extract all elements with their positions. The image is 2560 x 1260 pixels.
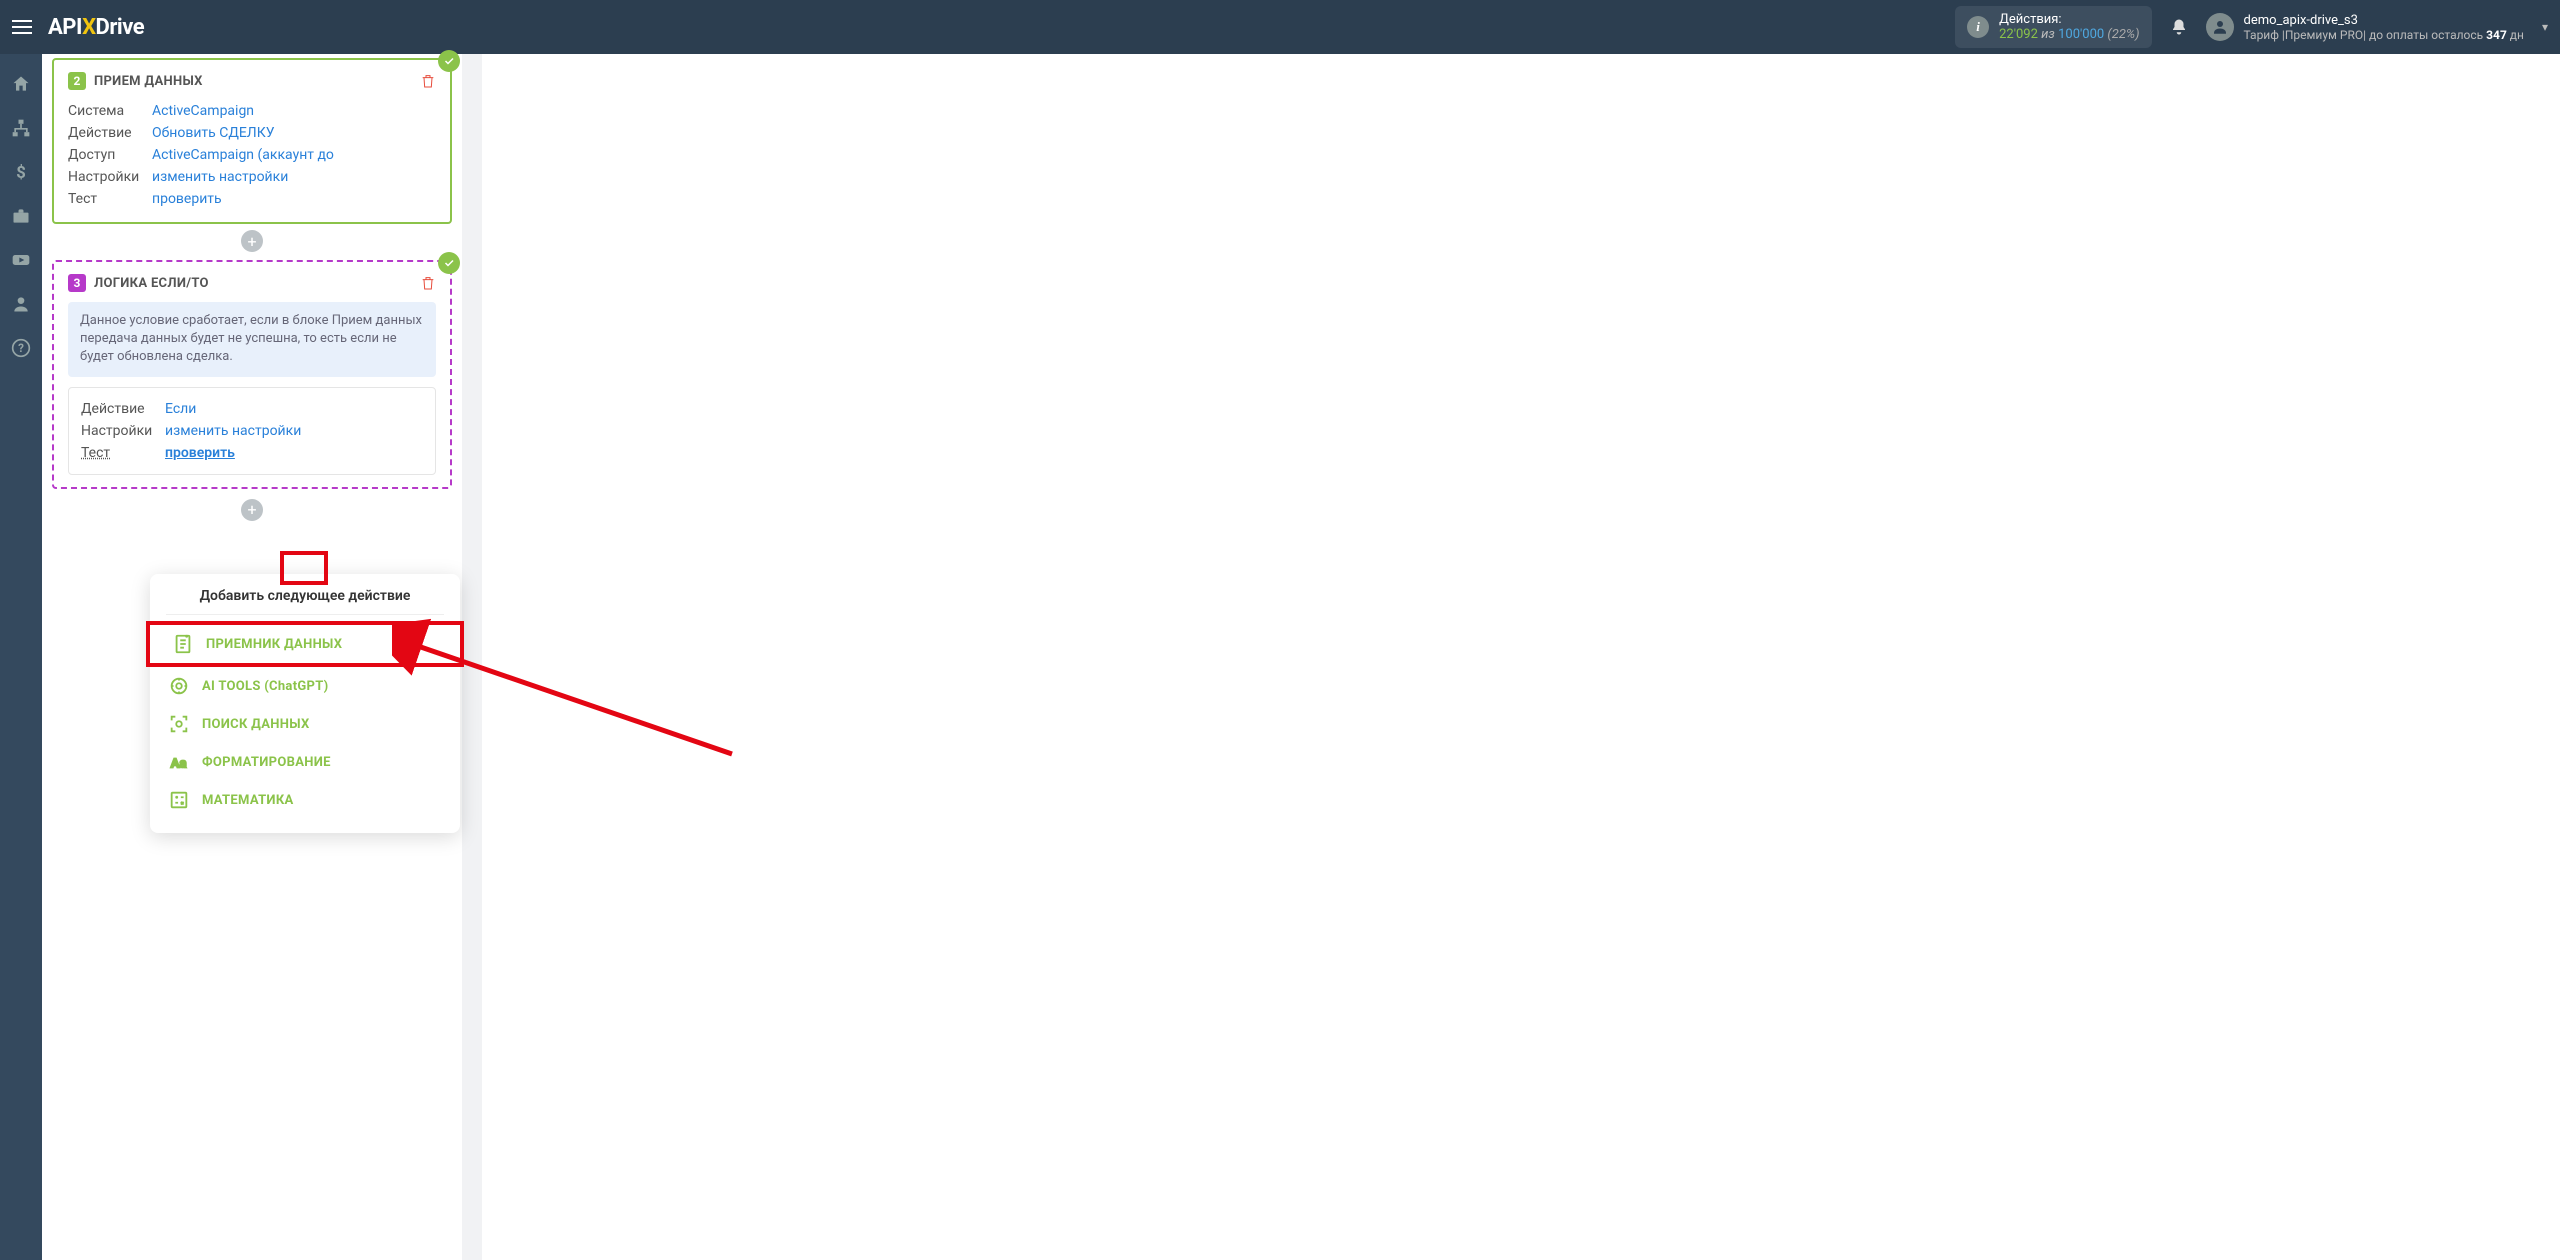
logo-x: X — [82, 15, 95, 40]
label: Тест — [68, 191, 152, 207]
popup-item-label: ПРИЕМНИК ДАННЫХ — [206, 637, 342, 652]
label: Настройки — [81, 423, 165, 439]
scan-icon — [168, 713, 190, 735]
svg-text:?: ? — [18, 341, 24, 355]
youtube-icon[interactable] — [11, 250, 31, 270]
add-step-button[interactable]: + — [241, 230, 263, 252]
popup-item-label: ПОИСК ДАННЫХ — [202, 717, 310, 732]
popup-item-format[interactable]: Aa ФОРМАТИРОВАНИЕ — [150, 743, 460, 781]
actions-sep: из — [2041, 27, 2055, 42]
avatar-icon — [2206, 13, 2234, 41]
user-menu[interactable]: demo_apix-drive_s3 Тариф |Премиум PRO| д… — [2206, 13, 2548, 42]
popup-item-label: AI TOOLS (ChatGPT) — [202, 679, 328, 694]
card-receive-data: 2 ПРИЕМ ДАННЫХ СистемаActiveCampaign Дей… — [52, 58, 452, 224]
settings-link[interactable]: изменить настройки — [165, 423, 301, 439]
flow-panel: 2 ПРИЕМ ДАННЫХ СистемаActiveCampaign Дей… — [42, 54, 462, 1260]
delete-icon[interactable] — [420, 73, 436, 89]
menu-toggle[interactable] — [12, 15, 36, 39]
settings-link[interactable]: изменить настройки — [152, 169, 288, 185]
calculator-icon — [168, 789, 190, 811]
tariff-line: Тариф |Премиум PRO| до оплаты осталось 3… — [2244, 28, 2524, 42]
label: Настройки — [68, 169, 152, 185]
sitemap-icon[interactable] — [11, 118, 31, 138]
label: Доступ — [68, 147, 152, 163]
popup-item-aitools[interactable]: AI TOOLS (ChatGPT) — [150, 667, 460, 705]
info-icon: i — [1967, 16, 1989, 38]
content-panel — [482, 54, 2560, 1260]
label: Тест — [81, 445, 165, 461]
bell-icon[interactable] — [2170, 18, 2188, 36]
briefcase-icon[interactable] — [11, 206, 31, 226]
system-link[interactable]: ActiveCampaign — [152, 103, 254, 119]
actions-pct: (22%) — [2107, 27, 2139, 42]
step-number: 2 — [68, 72, 86, 90]
card-logic-ifthen: 3 ЛОГИКА ЕСЛИ/ТО Данное условие сработае… — [52, 260, 452, 489]
popup-item-math[interactable]: МАТЕМАТИКА — [150, 781, 460, 819]
test-link[interactable]: проверить — [165, 445, 235, 461]
highlight-box-item: ПРИЕМНИК ДАННЫХ — [146, 621, 464, 667]
help-icon[interactable]: ? — [11, 338, 31, 358]
check-badge-icon — [438, 50, 460, 72]
popup-title: Добавить следующее действие — [150, 588, 460, 614]
topbar: APIXDrive i Действия: 22'092 из 100'000 … — [0, 0, 2560, 54]
actions-label: Действия: — [1999, 12, 2139, 27]
popup-item-search[interactable]: ПОИСК ДАННЫХ — [150, 705, 460, 743]
brain-icon — [168, 675, 190, 697]
check-badge-icon — [438, 252, 460, 274]
user-icon[interactable] — [11, 294, 31, 314]
action-link[interactable]: Обновить СДЕЛКУ — [152, 125, 275, 141]
logo-pre: API — [48, 15, 82, 40]
topbar-right: i Действия: 22'092 из 100'000 (22%) demo… — [1955, 6, 2548, 48]
card-title: ПРИЕМ ДАННЫХ — [94, 74, 203, 89]
inner-settings: ДействиеЕсли Настройкиизменить настройки… — [68, 387, 436, 475]
delete-icon[interactable] — [420, 275, 436, 291]
logo[interactable]: APIXDrive — [48, 15, 144, 40]
dollar-icon[interactable]: $ — [11, 162, 31, 182]
home-icon[interactable] — [11, 74, 31, 94]
access-link[interactable]: ActiveCampaign (аккаунт до — [152, 147, 334, 163]
add-action-popup: Добавить следующее действие ПРИЕМНИК ДАН… — [150, 574, 460, 833]
actions-max: 100'000 — [2058, 27, 2104, 42]
label: Действие — [68, 125, 152, 141]
step-number: 3 — [68, 274, 86, 292]
svg-text:$: $ — [16, 164, 26, 182]
left-nav: $ ? — [0, 54, 42, 1260]
card-title: ЛОГИКА ЕСЛИ/ТО — [94, 276, 209, 291]
chevron-down-icon: ▾ — [2542, 20, 2548, 34]
username: demo_apix-drive_s3 — [2244, 13, 2524, 28]
text-icon: Aa — [168, 751, 190, 773]
add-step-button-2[interactable]: + — [241, 499, 263, 521]
test-link[interactable]: проверить — [152, 191, 222, 207]
main: 2 ПРИЕМ ДАННЫХ СистемаActiveCampaign Дей… — [42, 54, 2560, 1260]
popup-item-receiver[interactable]: ПРИЕМНИК ДАННЫХ — [158, 629, 356, 659]
action-link[interactable]: Если — [165, 401, 196, 417]
svg-text:Aa: Aa — [171, 757, 187, 772]
popup-item-label: МАТЕМАТИКА — [202, 793, 294, 808]
label: Действие — [81, 401, 165, 417]
logo-post: Drive — [96, 15, 145, 40]
popup-item-label: ФОРМАТИРОВАНИЕ — [202, 755, 331, 770]
document-plus-icon — [172, 633, 194, 655]
actions-pill[interactable]: i Действия: 22'092 из 100'000 (22%) — [1955, 6, 2151, 48]
label: Система — [68, 103, 152, 119]
info-text: Данное условие сработает, если в блоке П… — [68, 302, 436, 377]
actions-used: 22'092 — [1999, 27, 2038, 42]
